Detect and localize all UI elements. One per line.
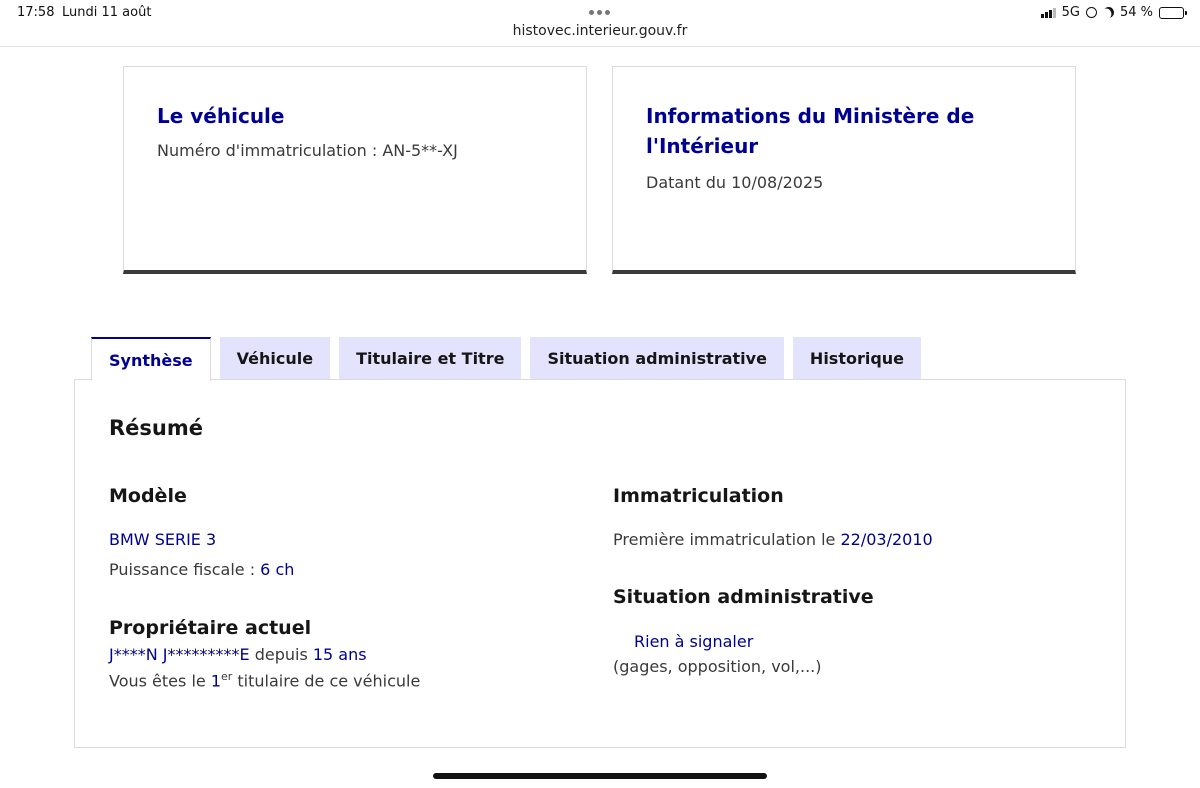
tab-historique[interactable]: Historique xyxy=(792,337,922,379)
tab-situation-administrative[interactable]: Situation administrative xyxy=(530,337,784,379)
plate-label: Numéro d'immatriculation : xyxy=(157,141,383,160)
summary-heading: Résumé xyxy=(109,416,203,440)
data-date: Datant du 10/08/2025 xyxy=(646,171,1042,195)
battery-percent: 54 % xyxy=(1119,5,1153,20)
toolbar-divider xyxy=(0,46,1200,47)
more-options-icon[interactable] xyxy=(589,10,610,15)
orientation-lock-icon xyxy=(1085,7,1097,18)
plate-number: Numéro d'immatriculation : AN-5**-XJ xyxy=(157,139,553,163)
ministry-card: Informations du Ministère de l'Intérieur… xyxy=(612,66,1076,274)
ministry-title-line2: l'Intérieur xyxy=(646,134,759,158)
date-value: 10/08/2025 xyxy=(731,173,824,192)
model-name: BMW SERIE 3 xyxy=(109,530,217,549)
address-bar[interactable]: histovec.interieur.gouv.fr xyxy=(0,23,1200,39)
owner-rank: Vous êtes le 1er titulaire de ce véhicul… xyxy=(109,670,420,690)
admin-status-value: Rien à signaler xyxy=(634,632,754,651)
admin-status-note: (gages, opposition, vol,...) xyxy=(613,657,822,676)
first-registration-date: 22/03/2010 xyxy=(840,530,933,549)
admin-status-heading: Situation administrative xyxy=(613,586,874,608)
network-type: 5G xyxy=(1061,5,1080,20)
do-not-disturb-icon xyxy=(1101,5,1116,20)
owner-name: J****N J*********E xyxy=(109,645,250,664)
owner-since-value: 15 ans xyxy=(312,645,367,664)
owner-rank-number: 1 xyxy=(210,671,221,691)
tab-vehicule[interactable]: Véhicule xyxy=(219,337,331,379)
fiscal-power-label: Puissance fiscale : xyxy=(109,560,261,579)
tab-bar: Synthèse Véhicule Titulaire et Titre Sit… xyxy=(91,337,922,381)
status-indicators: 5G 54 % xyxy=(1040,5,1187,20)
owner-since-label: depuis xyxy=(249,645,313,664)
summary-panel: Résumé Modèle BMW SERIE 3 Puissance fisc… xyxy=(74,379,1126,748)
cellular-signal-icon xyxy=(1040,7,1056,18)
owner-rank-sup: er xyxy=(221,670,233,683)
owner-heading: Propriétaire actuel xyxy=(109,617,312,639)
fiscal-power-value: 6 ch xyxy=(260,560,295,579)
tab-synthese[interactable]: Synthèse xyxy=(91,337,211,381)
vehicle-card: Le véhicule Numéro d'immatriculation : A… xyxy=(123,66,587,274)
status-time: 17:58 xyxy=(17,5,55,20)
date-label: Datant du xyxy=(646,173,732,192)
owner-info: J****N J*********E depuis 15 ans xyxy=(109,645,367,664)
first-registration-label: Première immatriculation le xyxy=(613,530,841,549)
plate-value: AN-5**-XJ xyxy=(382,141,458,160)
status-date: Lundi 11 août xyxy=(62,5,152,20)
ministry-title-line1: Informations du Ministère de xyxy=(646,104,975,128)
owner-rank-prefix: Vous êtes le xyxy=(109,671,211,691)
battery-icon xyxy=(1159,6,1187,19)
tab-titulaire-et-titre[interactable]: Titulaire et Titre xyxy=(339,337,522,379)
ministry-card-title: Informations du Ministère de l'Intérieur xyxy=(646,101,1042,161)
registration-heading: Immatriculation xyxy=(613,485,784,507)
home-indicator[interactable] xyxy=(433,773,767,779)
vehicle-card-title: Le véhicule xyxy=(157,104,285,128)
first-registration: Première immatriculation le 22/03/2010 xyxy=(613,530,933,549)
model-heading: Modèle xyxy=(109,485,187,507)
owner-rank-suffix: titulaire de ce véhicule xyxy=(232,671,421,691)
fiscal-power: Puissance fiscale : 6 ch xyxy=(109,560,294,579)
